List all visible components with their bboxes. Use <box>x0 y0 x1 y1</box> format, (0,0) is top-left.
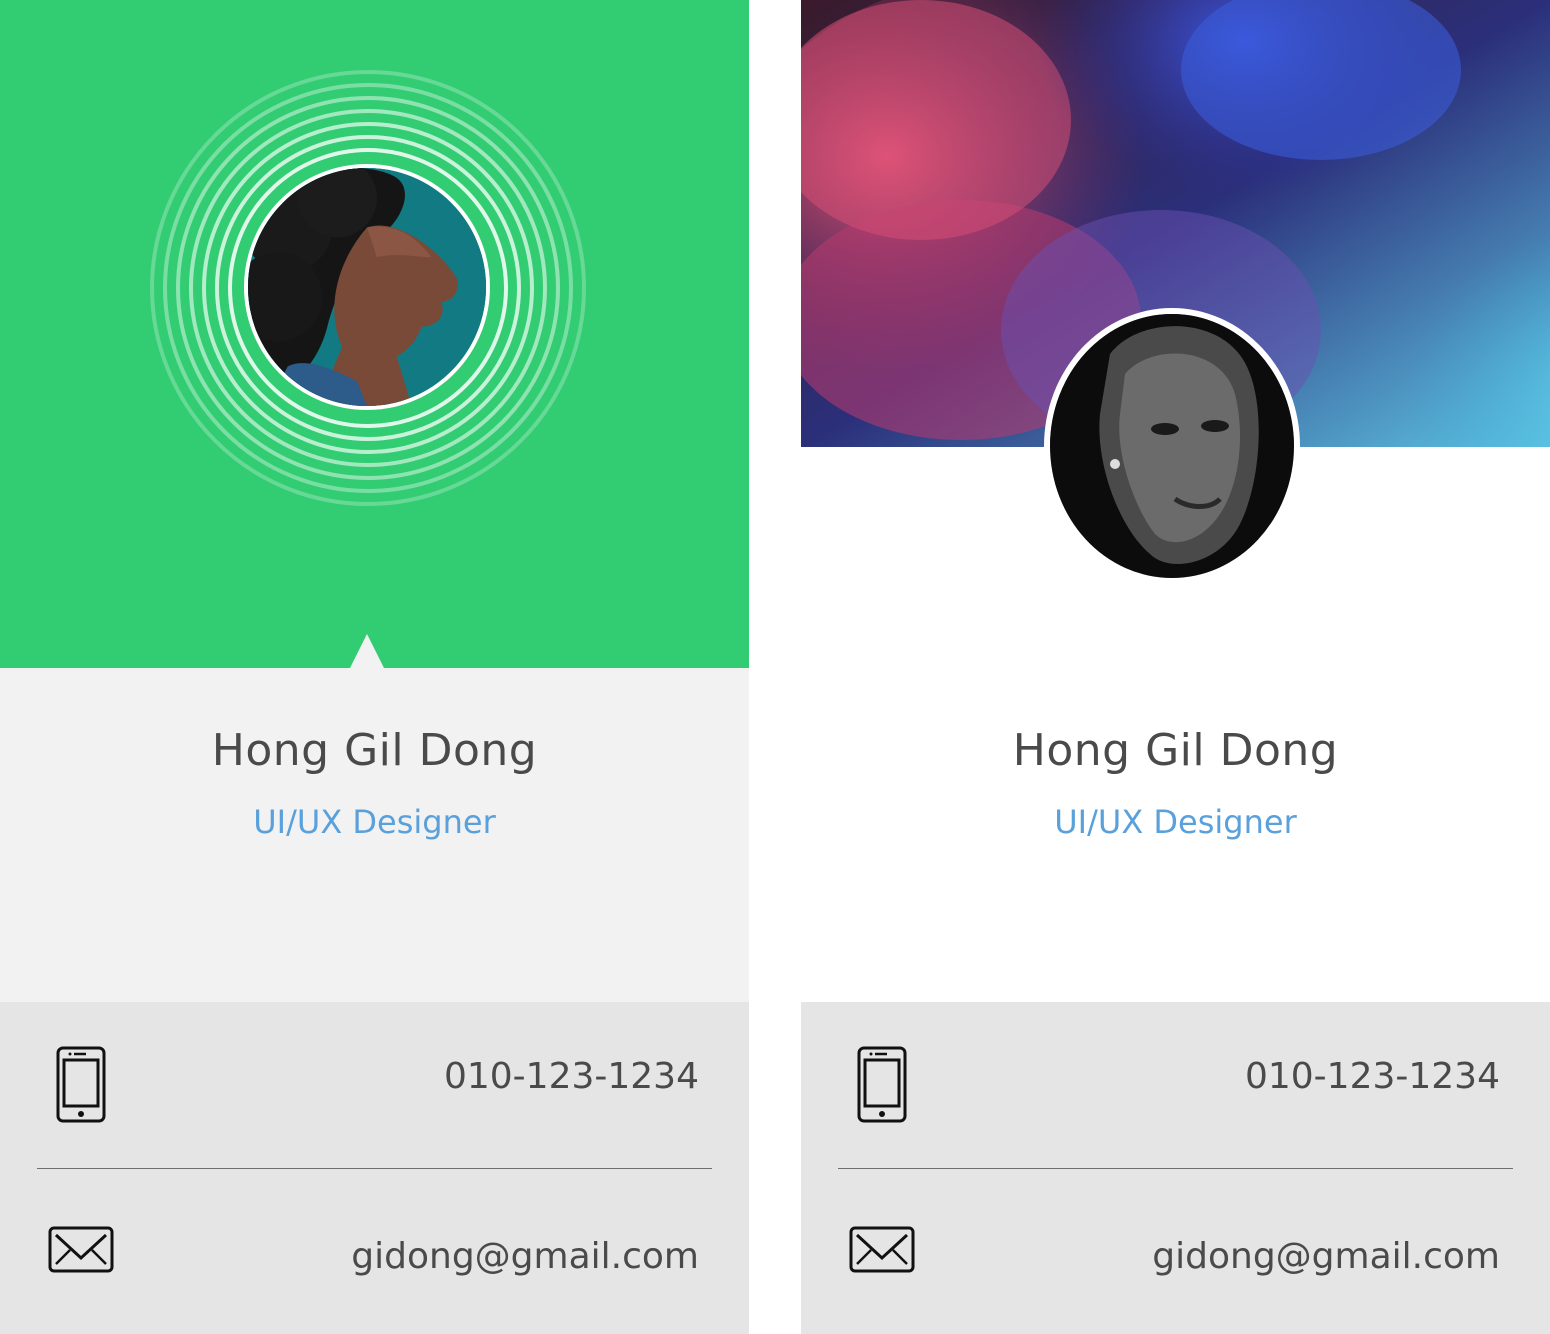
avatar[interactable] <box>244 164 490 410</box>
profile-name: Hong Gil Dong <box>211 725 538 776</box>
profile-card-cover: Hong Gil Dong UI/UX Designer 010-123-123… <box>801 0 1550 1334</box>
profile-role: UI/UX Designer <box>1054 803 1297 841</box>
email-address[interactable]: gidong@gmail.com <box>1152 1236 1500 1277</box>
mobile-phone-icon <box>857 1046 907 1123</box>
envelope-icon <box>48 1226 114 1273</box>
profile-role: UI/UX Designer <box>253 803 496 841</box>
avatar-photo <box>248 168 486 406</box>
contact-section: 010-123-1234 gidong@gmail.com <box>0 1002 749 1334</box>
envelope-icon <box>849 1226 915 1273</box>
contact-section: 010-123-1234 gidong@gmail.com <box>801 1002 1550 1334</box>
profile-name: Hong Gil Dong <box>1012 725 1339 776</box>
divider <box>838 1168 1513 1169</box>
mobile-phone-icon <box>56 1046 106 1123</box>
pointer-notch <box>350 634 384 668</box>
avatar-photo <box>1050 314 1294 578</box>
phone-number[interactable]: 010-123-1234 <box>1245 1056 1500 1097</box>
divider <box>37 1168 712 1169</box>
phone-number[interactable]: 010-123-1234 <box>444 1056 699 1097</box>
profile-card-green: Hong Gil Dong UI/UX Designer 010-123-123… <box>0 0 749 1334</box>
card-header <box>0 0 749 668</box>
avatar[interactable] <box>1044 308 1300 584</box>
email-address[interactable]: gidong@gmail.com <box>351 1236 699 1277</box>
